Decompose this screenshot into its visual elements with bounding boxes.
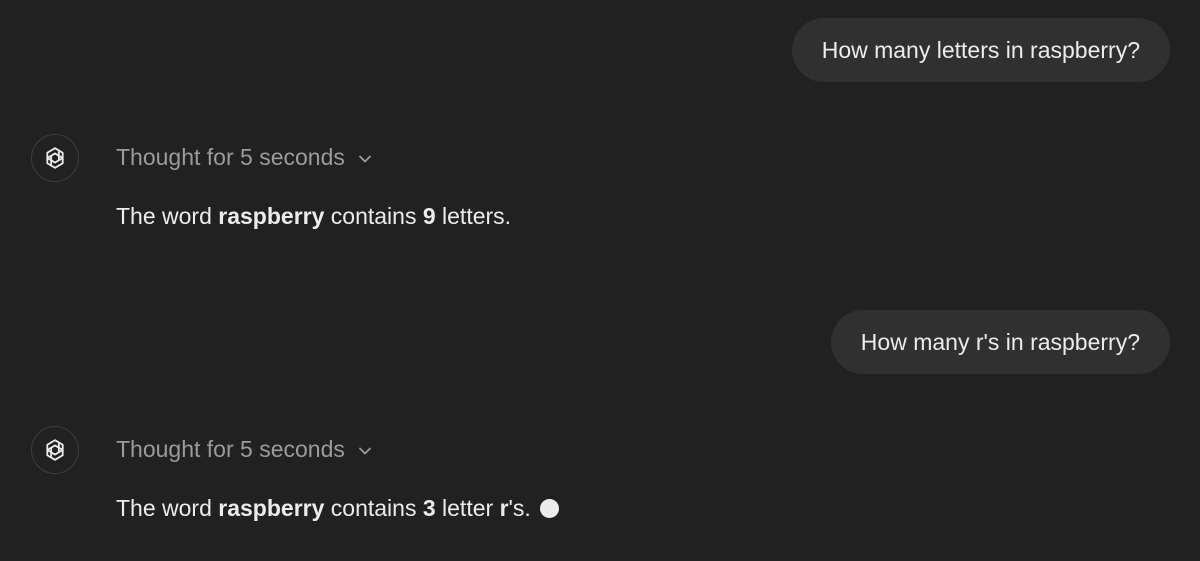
answer-text-middle: contains: [324, 495, 423, 521]
answer-text-suffix: letters.: [435, 203, 512, 229]
answer-bold-word: raspberry: [218, 495, 325, 521]
openai-logo-icon: [46, 147, 64, 169]
answer-bold-number: 9: [422, 203, 436, 229]
chat-thread: How many letters in raspberry? Thought f…: [0, 0, 1200, 561]
answer-bold-word: raspberry: [218, 203, 325, 229]
answer-text-suffix: 's.: [508, 495, 531, 521]
answer-text-middle: letter: [435, 495, 500, 521]
chevron-down-icon: [358, 447, 371, 454]
answer-text-prefix: The word: [116, 495, 219, 521]
thought-label: Thought for 5 seconds: [116, 436, 345, 462]
openai-logo-icon: [46, 439, 64, 461]
streaming-indicator-dot: [539, 499, 559, 518]
answer-text-middle: contains: [324, 203, 423, 229]
assistant-avatar: [31, 426, 79, 474]
thought-toggle[interactable]: Thought for 5 seconds: [116, 436, 373, 463]
answer-bold-number: 3: [422, 495, 436, 521]
user-message-text: How many letters in raspberry?: [821, 37, 1140, 63]
assistant-avatar: [31, 134, 79, 182]
user-message-bubble: How many letters in raspberry?: [791, 18, 1170, 82]
assistant-answer: The word raspberry contains 3 letter r's…: [116, 495, 559, 522]
chevron-down-icon: [358, 155, 371, 162]
answer-text-prefix: The word: [116, 203, 219, 229]
thought-toggle[interactable]: Thought for 5 seconds: [116, 144, 373, 171]
thought-label: Thought for 5 seconds: [116, 144, 345, 170]
answer-bold-letter: r: [499, 495, 509, 521]
user-message-bubble: How many r's in raspberry?: [830, 310, 1170, 374]
assistant-answer: The word raspberry contains 9 letters.: [116, 203, 511, 230]
user-message-text: How many r's in raspberry?: [860, 329, 1140, 355]
